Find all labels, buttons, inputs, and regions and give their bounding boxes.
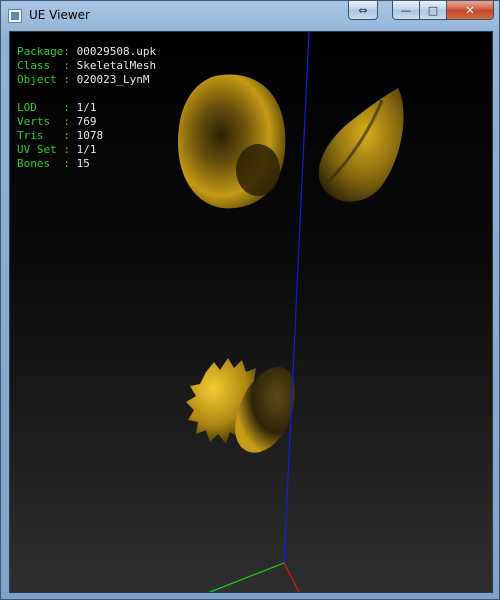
info-row-lod: LOD : 1/1 bbox=[17, 101, 156, 115]
info-row-bones: Bones : 15 bbox=[17, 157, 156, 171]
info-separator: : bbox=[63, 143, 77, 156]
info-separator: : bbox=[63, 101, 77, 114]
info-value: SkeletalMesh bbox=[76, 59, 157, 72]
info-separator: : bbox=[63, 129, 77, 142]
info-label: Class bbox=[17, 59, 64, 72]
info-value: 769 bbox=[76, 115, 97, 128]
info-value: 00029508.upk bbox=[76, 45, 157, 58]
maximize-button[interactable]: □ bbox=[420, 1, 447, 20]
app-window: UE Viewer ⇔ — □ ✕ Package: 00029508.upk … bbox=[0, 0, 500, 600]
window-title: UE Viewer bbox=[29, 8, 90, 22]
z-axis-line bbox=[283, 32, 310, 564]
info-label: Object bbox=[17, 73, 64, 86]
title-bar[interactable]: UE Viewer ⇔ — □ ✕ bbox=[1, 1, 499, 31]
x-axis-line bbox=[283, 562, 300, 592]
info-value: 020023_LynM bbox=[76, 73, 150, 86]
leaf-left-mesh bbox=[178, 74, 286, 209]
info-separator: : bbox=[63, 73, 77, 86]
3d-viewport[interactable]: Package: 00029508.upk Class : SkeletalMe… bbox=[9, 31, 493, 593]
info-label: LOD bbox=[17, 101, 64, 114]
info-label: Bones bbox=[17, 157, 64, 170]
info-row-tris: Tris : 1078 bbox=[17, 129, 156, 143]
info-separator: : bbox=[63, 115, 77, 128]
maximize-icon: □ bbox=[427, 3, 439, 17]
extra-caption-button[interactable]: ⇔ bbox=[348, 1, 378, 20]
info-separator: : bbox=[63, 59, 77, 72]
info-separator: : bbox=[63, 45, 77, 58]
info-label: UV Set bbox=[17, 143, 64, 156]
mesh-info-overlay: Package: 00029508.upk Class : SkeletalMe… bbox=[17, 45, 156, 171]
info-row-class: Class : SkeletalMesh bbox=[17, 59, 156, 73]
info-separator: : bbox=[63, 157, 77, 170]
info-row-verts: Verts : 769 bbox=[17, 115, 156, 129]
info-value: 1/1 bbox=[76, 101, 97, 114]
leaf-right-mesh bbox=[318, 88, 404, 202]
minimize-button[interactable]: — bbox=[392, 1, 420, 20]
swap-arrows-icon: ⇔ bbox=[358, 3, 368, 17]
info-label: Verts bbox=[17, 115, 64, 128]
y-axis-line bbox=[208, 562, 285, 592]
info-label: Tris bbox=[17, 129, 64, 142]
info-label: Package bbox=[17, 45, 64, 58]
close-button[interactable]: ✕ bbox=[447, 1, 494, 20]
info-row-package: Package: 00029508.upk bbox=[17, 45, 156, 59]
info-value: 1/1 bbox=[76, 143, 97, 156]
info-value: 15 bbox=[76, 157, 90, 170]
info-row-object: Object : 020023_LynM bbox=[17, 73, 156, 87]
close-icon: ✕ bbox=[465, 3, 475, 17]
info-row-uvset: UV Set : 1/1 bbox=[17, 143, 156, 157]
app-icon bbox=[8, 9, 22, 23]
info-value: 1078 bbox=[76, 129, 104, 142]
minimize-icon: — bbox=[400, 3, 412, 17]
